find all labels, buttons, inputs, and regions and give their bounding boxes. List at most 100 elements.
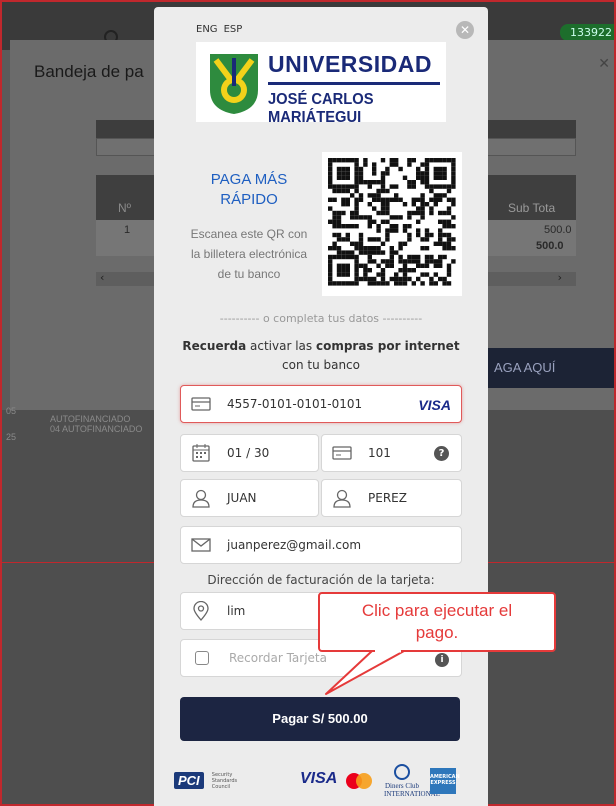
qr-module (336, 184, 342, 189)
callout-line: pago. (415, 623, 459, 642)
qr-module (385, 219, 390, 224)
logo-subtitle: JOSÉ CARLOS MARIÁTEGUI (268, 91, 374, 126)
qr-module (407, 232, 412, 238)
qr-module (358, 237, 364, 242)
qr-module (451, 171, 456, 176)
row-code: 25 (6, 432, 17, 442)
qr-desc-line: Escanea este QR con (190, 227, 308, 241)
card-number-field[interactable]: 4557-0101-0101-0101 VISA (180, 385, 462, 423)
qr-module (354, 175, 359, 180)
qr-module (350, 193, 355, 198)
qr-module (350, 184, 355, 189)
grid-header-number: Nº (118, 201, 132, 215)
qr-module (433, 272, 438, 277)
cvv-value[interactable]: 101 (368, 446, 391, 460)
qr-module (420, 175, 425, 180)
last-name-value[interactable]: PEREZ (368, 491, 407, 505)
qr-module (380, 184, 386, 189)
qr-module (367, 281, 372, 286)
qr-module (402, 224, 408, 229)
info-icon[interactable]: i (435, 653, 449, 667)
qr-module (433, 197, 438, 202)
cvv-field[interactable]: 101 ? (321, 434, 462, 472)
qr-module (363, 246, 368, 251)
pay-button[interactable]: Pagar S/ 500.00 (180, 697, 460, 741)
qr-module (433, 171, 438, 176)
qr-module (332, 224, 337, 229)
qr-module (328, 276, 333, 282)
qr-module (328, 219, 333, 224)
qr-module (372, 281, 377, 286)
qr-module (446, 237, 452, 242)
expiry-field[interactable]: 01 / 30 (180, 434, 319, 472)
qr-module (345, 171, 350, 176)
address-value[interactable]: lim (227, 604, 245, 618)
payment-logos: PCI Security Standards Council VISA Dine… (154, 762, 488, 798)
email-field[interactable]: juanperez@gmail.com (180, 526, 462, 564)
qr-module (345, 197, 350, 202)
qr-module (451, 162, 456, 167)
email-value[interactable]: juanperez@gmail.com (227, 538, 361, 552)
qr-module (424, 272, 430, 277)
qr-module (424, 158, 430, 163)
qr-module (446, 246, 452, 251)
lang-eng[interactable]: ENG (196, 24, 218, 35)
qr-module (372, 237, 377, 242)
qr-module (442, 193, 447, 198)
qr-module (380, 188, 386, 194)
first-name-field[interactable]: JUAN (180, 479, 319, 517)
payment-modal: ENG ESP ✕ UNIVERSIDAD JOSÉ CARLOS MARIÁT… (154, 7, 488, 806)
qr-module (416, 276, 421, 282)
qr-module (363, 215, 368, 220)
qr-module (407, 162, 412, 167)
qr-module (367, 215, 372, 220)
diners-logo-icon (394, 764, 410, 780)
qr-module (389, 158, 394, 163)
qr-module (328, 158, 333, 163)
qr-title-line: RÁPIDO (220, 191, 278, 208)
user-icon (192, 489, 210, 508)
qr-module (429, 184, 434, 189)
qr-module (376, 250, 381, 255)
qr-code-icon (322, 152, 462, 296)
qr-module (420, 206, 425, 211)
qr-module (341, 210, 346, 216)
qr-module (420, 180, 425, 185)
qr-module (336, 188, 342, 194)
qr-module (442, 166, 447, 172)
qr-module (402, 202, 408, 207)
qr-module (416, 263, 421, 268)
qr-module (341, 272, 346, 277)
remember-checkbox[interactable] (195, 651, 209, 665)
qr-module (394, 162, 399, 167)
mastercard-logo-icon (346, 773, 372, 789)
help-icon[interactable]: ? (434, 446, 449, 461)
expiry-value[interactable]: 01 / 30 (227, 446, 269, 460)
qr-module (407, 184, 412, 189)
qr-module (345, 250, 350, 255)
first-name-value[interactable]: JUAN (227, 491, 257, 505)
qr-module (385, 210, 390, 216)
qr-module (332, 197, 337, 202)
qr-module (433, 281, 438, 286)
qr-module (358, 246, 364, 251)
qr-module (411, 184, 416, 189)
qr-module (345, 202, 350, 207)
qr-module (420, 281, 425, 286)
qr-module (358, 180, 364, 185)
card-number-value[interactable]: 4557-0101-0101-0101 (227, 397, 362, 411)
qr-module (424, 246, 430, 251)
qr-module (442, 224, 447, 229)
qr-module (389, 263, 394, 268)
qr-module (376, 224, 381, 229)
last-name-field[interactable]: PEREZ (321, 479, 462, 517)
qr-module (363, 180, 368, 185)
qr-module (407, 259, 412, 264)
qr-module (424, 237, 430, 242)
close-icon[interactable]: ✕ (456, 21, 474, 39)
qr-module (442, 254, 447, 260)
qr-module (376, 237, 381, 242)
lang-esp[interactable]: ESP (224, 24, 243, 35)
qr-module (354, 188, 359, 194)
qr-module (358, 193, 364, 198)
